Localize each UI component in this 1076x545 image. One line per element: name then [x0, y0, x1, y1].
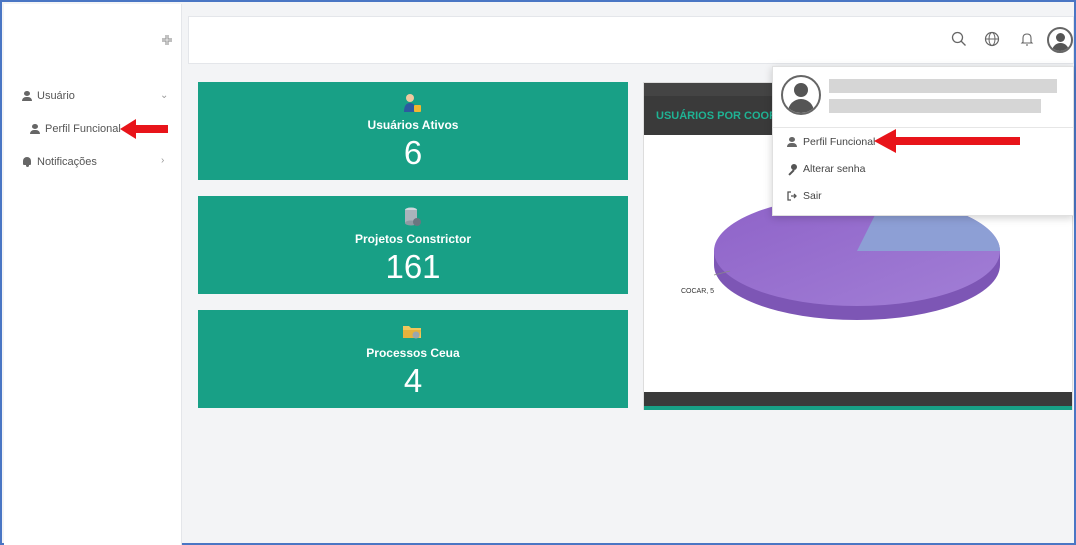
redacted-user-email [829, 99, 1041, 113]
pie-slice-label: COCAR, 5 [681, 288, 715, 295]
redacted-user-name [829, 79, 1057, 93]
chart-footer-accent [644, 406, 1072, 410]
menu-item-label: Sair [803, 190, 822, 202]
avatar [781, 75, 821, 115]
chevron-down-icon: ⌄ [160, 90, 169, 101]
sidebar-item-label: Notificações [37, 156, 97, 168]
red-arrow-annotation [874, 129, 1020, 153]
sidebar-item-label: Perfil Funcional [45, 123, 121, 135]
database-icon [405, 207, 421, 226]
card-processos-ceua: Processos Ceua 4 [198, 310, 628, 408]
user-icon [22, 91, 32, 101]
bell-icon [22, 157, 32, 167]
menu-item-label: Alterar senha [803, 163, 866, 175]
card-value: 161 [385, 248, 441, 285]
menu-item-sair[interactable]: Sair [787, 190, 822, 202]
red-arrow-annotation [120, 119, 168, 139]
bell-icon[interactable] [1019, 31, 1039, 51]
card-value: 4 [403, 362, 423, 399]
globe-icon[interactable] [984, 31, 1004, 51]
chart-footer [644, 392, 1072, 406]
collapse-sidebar-icon[interactable] [160, 34, 174, 48]
chevron-right-icon: › [161, 155, 165, 166]
sidebar-item-notificacoes[interactable]: Notificações [22, 156, 97, 168]
menu-item-perfil-funcional[interactable]: Perfil Funcional [787, 136, 875, 148]
card-title: Usuários Ativos [367, 118, 459, 132]
app-frame: Usuário ⌄ Perfil Funcional Notificações … [0, 0, 1076, 545]
card-value: 6 [403, 134, 423, 171]
menu-item-alterar-senha[interactable]: Alterar senha [787, 163, 865, 175]
topbar [188, 16, 1074, 64]
card-title: Processos Ceua [366, 346, 460, 360]
menu-item-label: Perfil Funcional [803, 136, 876, 148]
sidebar-item-perfil-funcional[interactable]: Perfil Funcional [30, 123, 121, 135]
card-projetos-constrictor: Projetos Constrictor 161 [198, 196, 628, 294]
sign-out-icon [787, 191, 797, 201]
sidebar-item-label: Usuário [37, 90, 75, 102]
avatar[interactable] [1047, 27, 1073, 53]
search-icon[interactable] [951, 31, 971, 51]
card-title: Projetos Constrictor [354, 232, 471, 246]
user-icon [787, 137, 797, 147]
user-icon [30, 124, 40, 134]
users-icon [404, 94, 421, 112]
chart-title: USUÁRIOS POR COOR [656, 110, 778, 122]
sidebar: Usuário ⌄ Perfil Funcional Notificações … [4, 4, 182, 545]
card-usuarios-ativos: Usuários Ativos 6 [198, 82, 628, 180]
sidebar-item-usuario[interactable]: Usuário [22, 90, 75, 102]
folder-icon [403, 326, 421, 339]
key-icon [787, 164, 797, 174]
